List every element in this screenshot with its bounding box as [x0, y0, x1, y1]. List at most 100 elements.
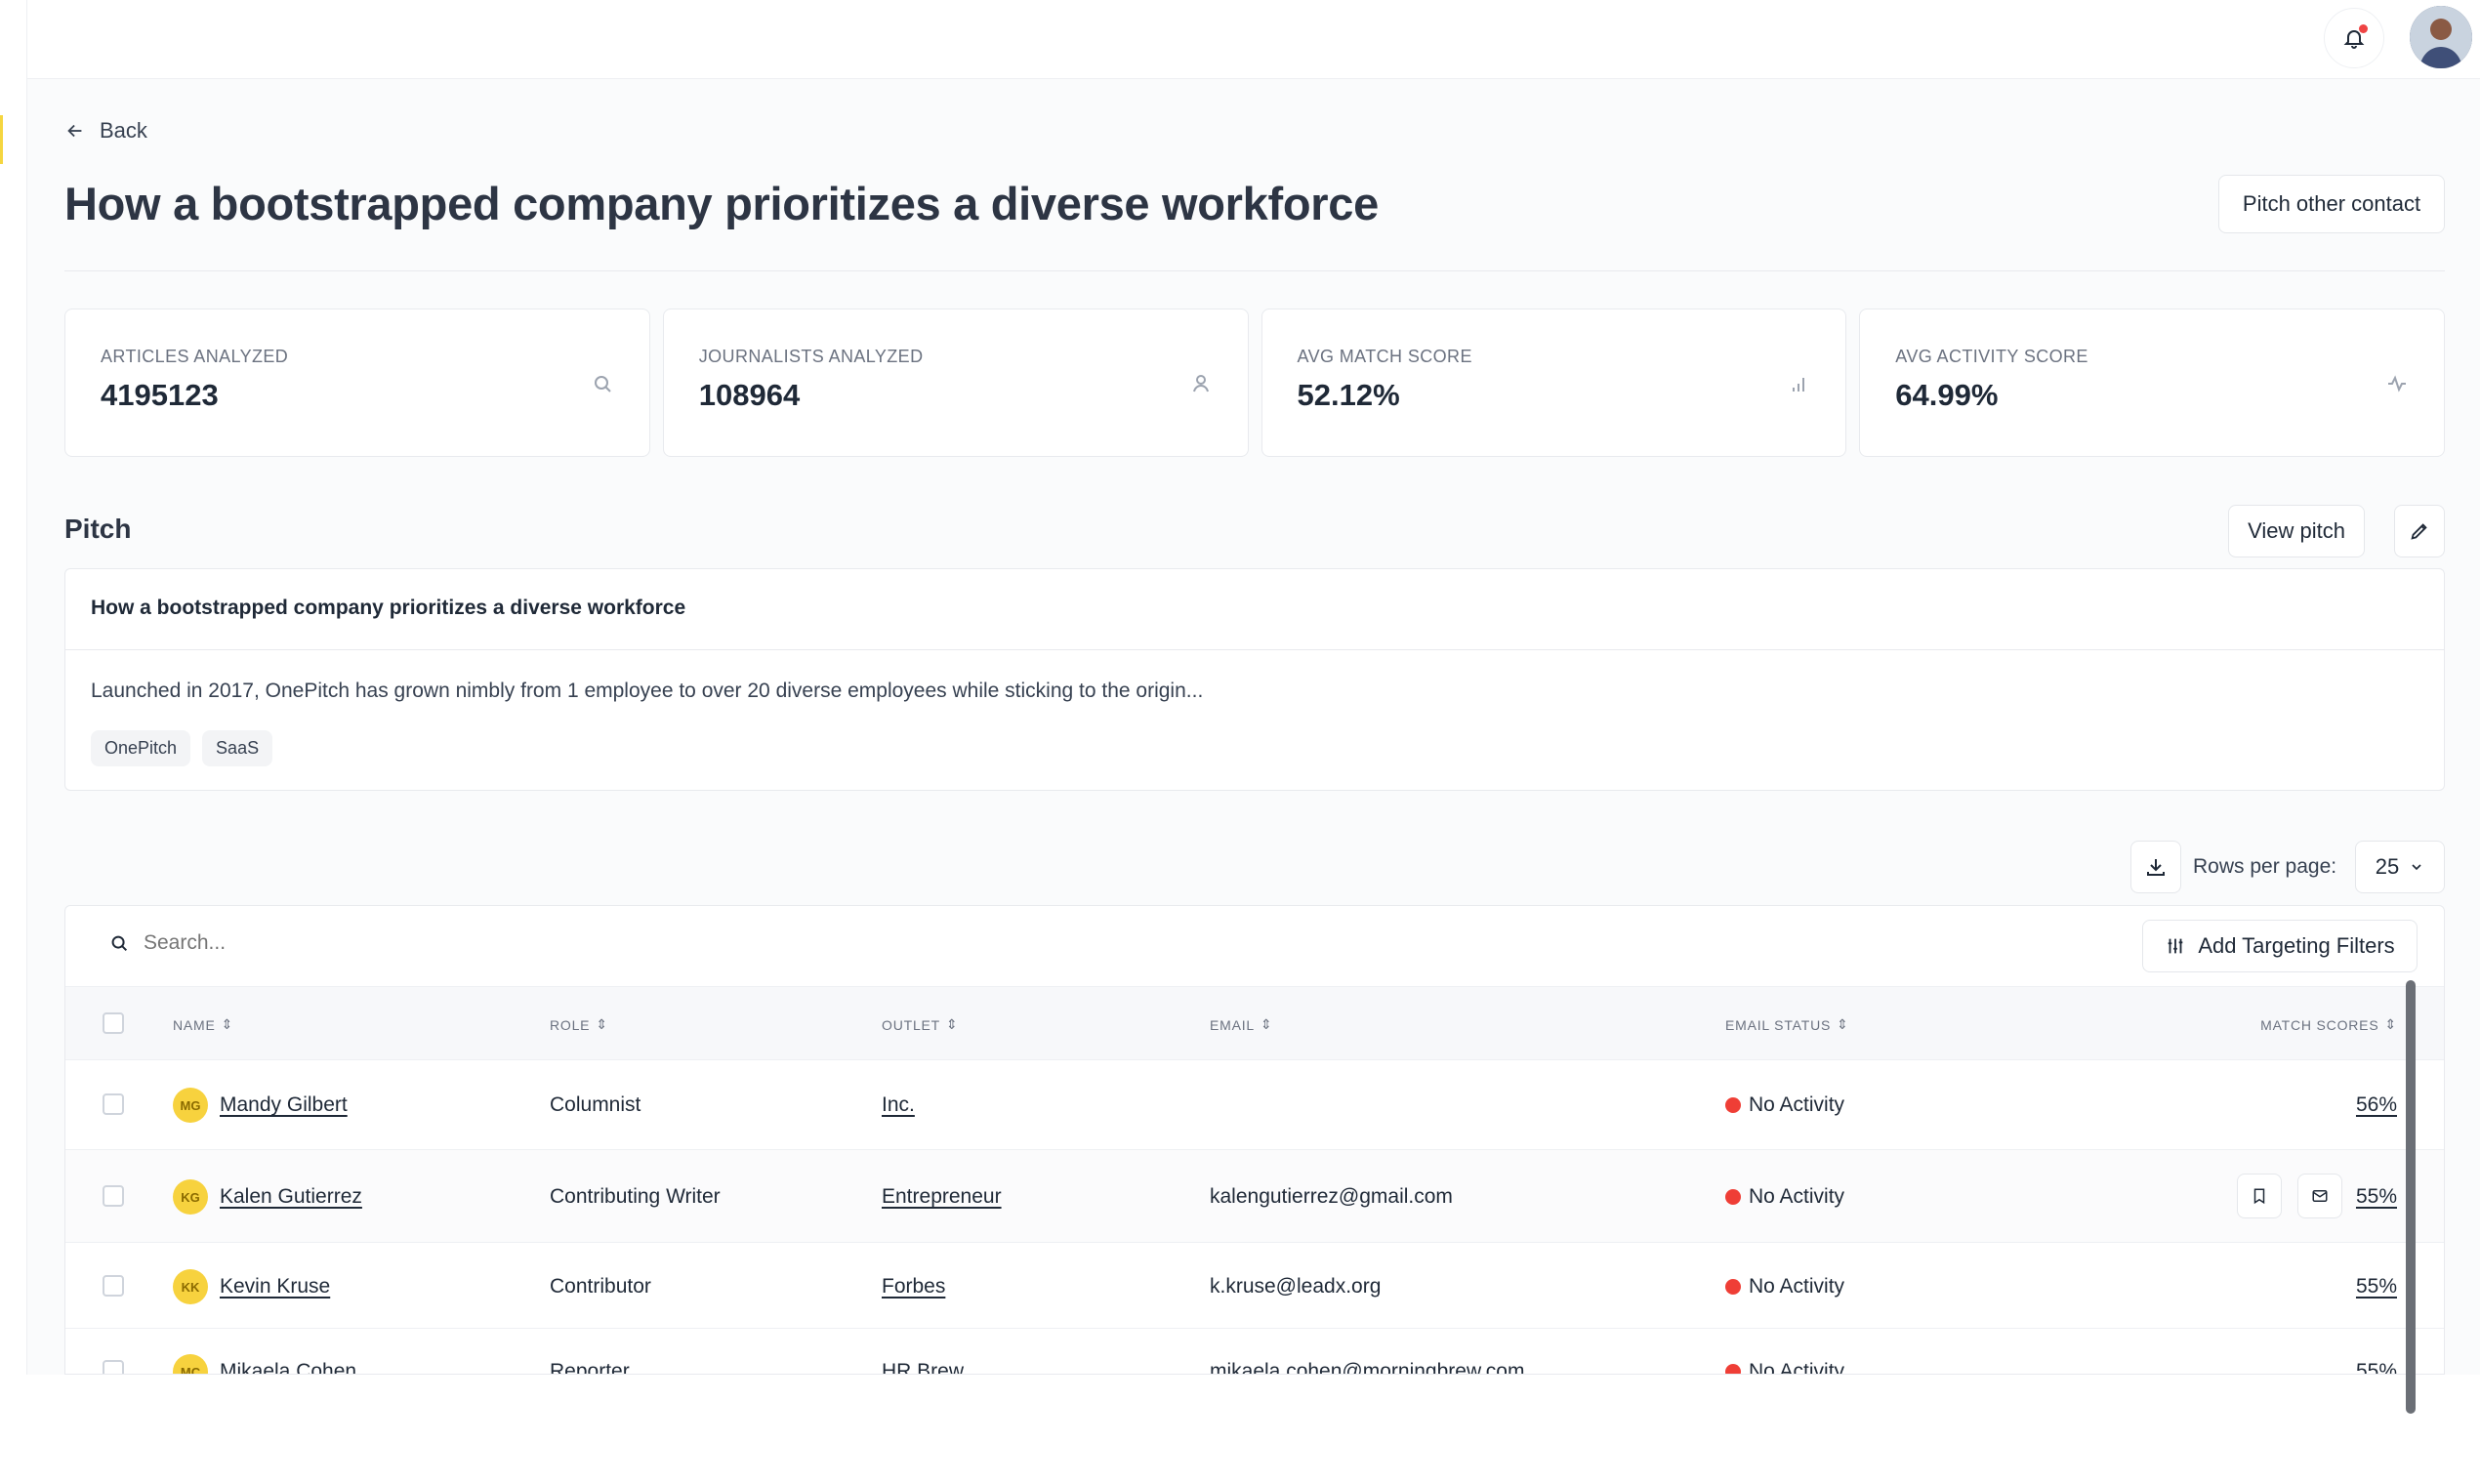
stat-card-articles: ARTICLES ANALYZED 4195123 — [64, 309, 650, 457]
rows-per-page-label: Rows per page: — [2193, 855, 2337, 878]
contact-avatar: MG — [173, 1088, 208, 1123]
stat-label: ARTICLES ANALYZED — [101, 347, 289, 366]
sliders-icon — [2168, 938, 2183, 954]
pitch-heading: Pitch — [64, 514, 132, 544]
user-avatar[interactable] — [2410, 6, 2472, 68]
stats-row: ARTICLES ANALYZED 4195123 JOURNALISTS AN… — [64, 309, 2445, 457]
contact-avatar: MC — [173, 1354, 208, 1374]
email-status-label: No Activity — [1749, 1275, 1845, 1298]
pitch-subject: How a bootstrapped company prioritizes a… — [91, 597, 686, 619]
table-row[interactable]: MG Mandy Gilbert Columnist Inc. No Activ… — [65, 1060, 2444, 1150]
notifications-button[interactable] — [2324, 8, 2384, 68]
pitch-card-divider — [65, 649, 2444, 650]
table-row[interactable]: KG Kalen Gutierrez Contributing Writer E… — [65, 1150, 2444, 1243]
column-header-email-status[interactable]: EMAIL STATUS ⇕ — [1725, 1016, 1849, 1033]
contact-name-link[interactable]: Mandy Gilbert — [220, 1093, 348, 1117]
contact-name-link[interactable]: Kevin Kruse — [220, 1275, 330, 1298]
select-all-checkbox[interactable] — [103, 1012, 124, 1034]
app-root: Back How a bootstrapped company prioriti… — [0, 0, 2480, 1484]
column-header-role[interactable]: ROLE ⇕ — [550, 1016, 608, 1033]
stat-label: JOURNALISTS ANALYZED — [698, 347, 924, 366]
outlet-link[interactable]: Forbes — [882, 1275, 945, 1298]
email-status-label: No Activity — [1749, 1093, 1845, 1116]
download-icon — [2147, 859, 2165, 876]
stat-card-activity-score: AVG ACTIVITY SCORE 64.99% — [1859, 309, 2445, 457]
match-score-link[interactable]: 55% — [2356, 1185, 2397, 1209]
contacts-table: Add Targeting Filters NAME⇕ ROLE⇕ OUTLET… — [64, 905, 2445, 1375]
contact-email: k.kruse@leadx.org — [1210, 1275, 1382, 1298]
status-dot — [1725, 1189, 1741, 1205]
column-header-email[interactable]: EMAIL ⇕ — [1210, 1016, 1273, 1033]
outlet-link[interactable]: Inc. — [882, 1093, 915, 1117]
column-header-outlet[interactable]: OUTLET ⇕ — [882, 1016, 959, 1033]
contact-role: Contributor — [550, 1275, 651, 1298]
table-scrollbar[interactable] — [2406, 980, 2416, 1414]
email-status-label: No Activity — [1749, 1360, 1845, 1375]
search-icon — [111, 935, 128, 952]
bookmark-button[interactable] — [2237, 1174, 2282, 1218]
contact-name-link[interactable]: Kalen Gutierrez — [220, 1185, 362, 1209]
pitch-tags: OnePitch SaaS — [91, 730, 273, 766]
bookmark-icon — [2253, 1188, 2265, 1205]
chevron-down-icon — [2412, 864, 2421, 871]
row-checkbox[interactable] — [103, 1093, 124, 1115]
stat-card-match-score: AVG MATCH SCORE 52.12% — [1261, 309, 1847, 457]
sort-icon: ⇕ — [2384, 1016, 2397, 1032]
table-header: NAME ⇕ ROLE ⇕ OUTLET ⇕ EMAIL ⇕ EMAIL STATUS ⇕… — [65, 986, 2444, 1060]
stat-value: 108964 — [698, 378, 801, 412]
back-link[interactable]: Back — [64, 118, 147, 144]
activity-icon — [2388, 375, 2406, 392]
row-checkbox[interactable] — [103, 1275, 124, 1297]
contact-avatar: KG — [173, 1179, 208, 1215]
rows-per-page-value: 25 — [2375, 854, 2400, 879]
contact-email: mikaela.cohen@morningbrew.com — [1210, 1360, 1525, 1375]
contact-email: kalengutierrez@gmail.com — [1210, 1185, 1453, 1208]
notification-dot — [2359, 24, 2368, 33]
row-checkbox[interactable] — [103, 1360, 124, 1374]
tag-chip: OnePitch — [91, 730, 191, 766]
outlet-link[interactable]: HR Brew — [882, 1360, 964, 1374]
search-input[interactable] — [144, 931, 729, 955]
match-score-link[interactable]: 56% — [2356, 1093, 2397, 1117]
email-button[interactable] — [2297, 1174, 2342, 1218]
left-rail-accent — [0, 115, 3, 164]
left-rail — [0, 0, 27, 1375]
pitch-card: How a bootstrapped company prioritizes a… — [64, 568, 2445, 791]
edit-pitch-button[interactable] — [2394, 505, 2445, 557]
main-content: Back How a bootstrapped company prioriti… — [27, 79, 2480, 1375]
header-divider — [64, 270, 2445, 271]
status-dot — [1725, 1279, 1741, 1295]
view-pitch-button[interactable]: View pitch — [2228, 505, 2365, 557]
sort-icon: ⇕ — [1261, 1016, 1273, 1032]
sort-icon: ⇕ — [946, 1016, 959, 1032]
status-dot — [1725, 1097, 1741, 1113]
sort-icon: ⇕ — [221, 1016, 234, 1032]
stat-value: 52.12% — [1297, 378, 1400, 412]
stat-value: 64.99% — [1895, 378, 1999, 412]
match-score-link[interactable]: 55% — [2356, 1275, 2397, 1298]
stat-label: AVG MATCH SCORE — [1297, 347, 1472, 366]
back-label: Back — [100, 118, 147, 143]
table-row[interactable]: MC Mikaela Cohen Reporter HR Brew mikael… — [65, 1329, 2444, 1375]
outlet-link[interactable]: Entrepreneur — [882, 1185, 1002, 1209]
pitch-other-contact-button[interactable]: Pitch other contact — [2218, 175, 2445, 233]
bar-chart-icon — [1793, 378, 1805, 392]
match-score-link[interactable]: 55% — [2356, 1360, 2397, 1374]
stat-label: AVG ACTIVITY SCORE — [1895, 347, 2088, 366]
add-filters-label: Add Targeting Filters — [2198, 933, 2395, 958]
arrow-left-icon — [67, 124, 82, 138]
contact-role: Columnist — [550, 1093, 641, 1116]
sort-icon: ⇕ — [596, 1016, 608, 1032]
mail-icon — [2312, 1190, 2328, 1202]
contact-name-link[interactable]: Mikaela Cohen — [220, 1360, 356, 1374]
table-row[interactable]: KK Kevin Kruse Contributor Forbes k.krus… — [65, 1243, 2444, 1329]
pencil-icon — [2411, 523, 2427, 540]
contact-role: Reporter — [550, 1360, 630, 1375]
column-header-match-scores[interactable]: MATCH SCORES ⇕ — [2260, 1016, 2397, 1033]
rows-per-page-select[interactable]: 25 — [2355, 841, 2445, 893]
stat-value: 4195123 — [101, 378, 219, 412]
row-checkbox[interactable] — [103, 1185, 124, 1207]
column-header-name[interactable]: NAME ⇕ — [173, 1016, 233, 1033]
add-targeting-filters-button[interactable]: Add Targeting Filters — [2142, 920, 2418, 972]
download-button[interactable] — [2130, 841, 2181, 893]
